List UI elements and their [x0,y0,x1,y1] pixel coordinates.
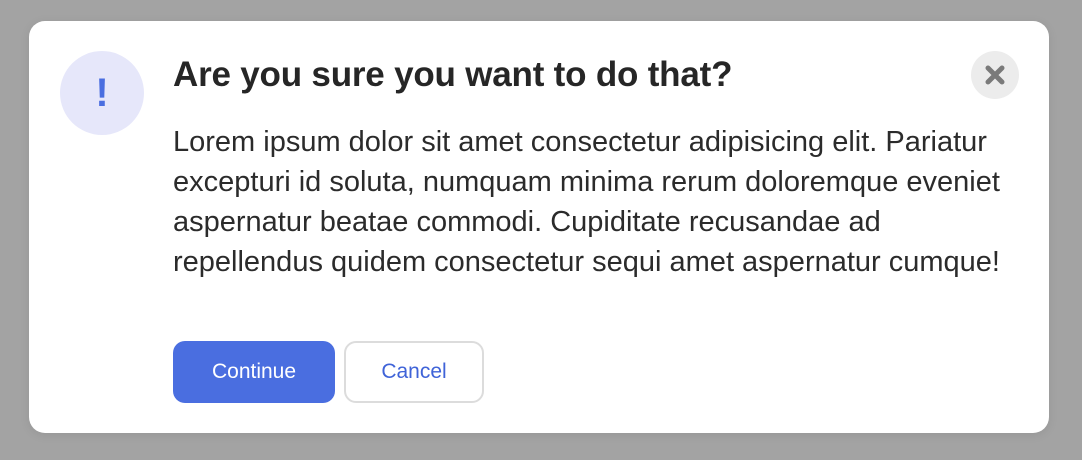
continue-button[interactable]: Continue [173,341,335,403]
modal-backdrop[interactable]: ! Are you sure you want to do that? Lore… [0,0,1082,460]
close-button[interactable] [971,51,1019,99]
dialog-title: Are you sure you want to do that? [173,55,733,94]
dialog-actions: Continue Cancel [173,341,484,403]
confirm-dialog: ! Are you sure you want to do that? Lore… [29,21,1049,433]
alert-badge: ! [60,51,144,135]
close-icon [985,65,1005,85]
exclamation-icon: ! [95,71,109,115]
dialog-message: Lorem ipsum dolor sit amet consectetur a… [173,126,1000,278]
cancel-button[interactable]: Cancel [344,341,484,403]
